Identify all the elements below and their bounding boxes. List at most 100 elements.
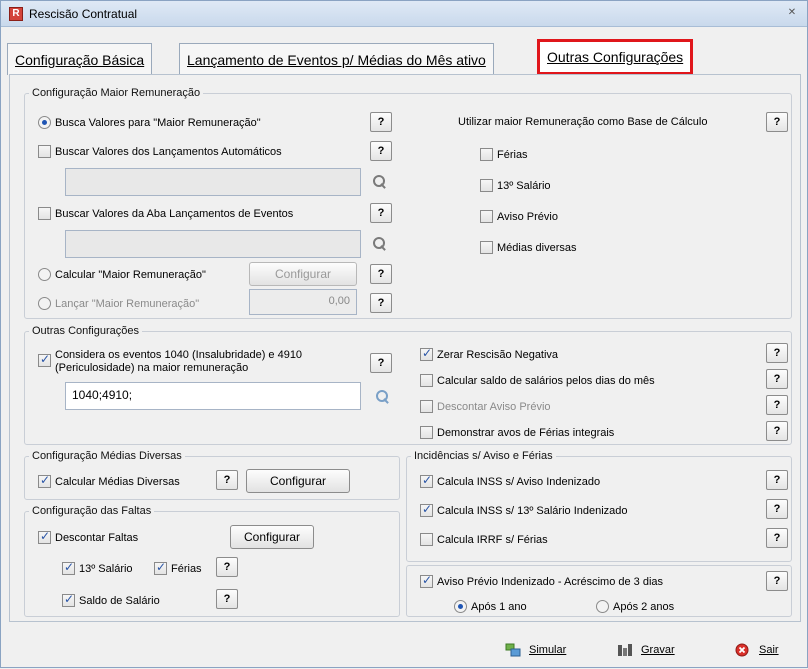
- buscar-aba-label: Buscar Valores da Aba Lançamentos de Eve…: [55, 207, 294, 220]
- help-button[interactable]: ?: [216, 589, 238, 609]
- buscar-lancamentos-option[interactable]: Buscar Valores dos Lançamentos Automátic…: [38, 145, 282, 158]
- descontar-faltas-checkbox[interactable]: [38, 529, 51, 544]
- descontar-aviso-checkbox[interactable]: [420, 400, 433, 413]
- help-button[interactable]: ?: [370, 353, 392, 373]
- help-button[interactable]: ?: [370, 293, 392, 313]
- calcular-medias-checkbox[interactable]: [38, 473, 51, 488]
- help-button[interactable]: ?: [766, 395, 788, 415]
- considera-eventos-option[interactable]: Considera os eventos 1040 (Insalubridade…: [38, 349, 302, 375]
- group-legend: Configuração das Faltas: [32, 505, 152, 517]
- sair-button[interactable]: Sair: [735, 643, 779, 657]
- faltas-13-option[interactable]: 13º Salário: [62, 560, 133, 575]
- faltas-saldo-checkbox[interactable]: [62, 592, 75, 607]
- configurar-medias-button[interactable]: Configurar: [246, 469, 350, 493]
- base-medias-option[interactable]: Médias diversas: [480, 241, 576, 254]
- base-13-checkbox[interactable]: [480, 179, 493, 192]
- zerar-rescisao-option[interactable]: Zerar Rescisão Negativa: [420, 346, 558, 361]
- tab-outras-configuracoes[interactable]: Outras Configurações: [537, 39, 694, 75]
- busca-valores-radio[interactable]: [38, 116, 51, 129]
- calcular-medias-option[interactable]: Calcular Médias Diversas: [38, 473, 180, 488]
- inss-13-checkbox[interactable]: [420, 502, 433, 517]
- irrf-ferias-checkbox[interactable]: [420, 533, 433, 546]
- gravar-button[interactable]: Gravar: [617, 643, 675, 657]
- aviso-indenizado-checkbox[interactable]: [420, 573, 433, 588]
- group-legend: Configuração Médias Diversas: [32, 450, 182, 462]
- base-aviso-option[interactable]: Aviso Prévio: [480, 210, 558, 223]
- aviso-indenizado-label: Aviso Prévio Indenizado - Acréscimo de 3…: [437, 575, 664, 588]
- aba-lancamentos-field[interactable]: [65, 230, 361, 258]
- apos-2-anos-radio[interactable]: [596, 600, 609, 613]
- simular-button[interactable]: Simular: [505, 643, 566, 657]
- tab-configuracao-basica[interactable]: Configuração Básica: [7, 43, 153, 75]
- search-icon[interactable]: [373, 237, 387, 251]
- apos-2-anos-option[interactable]: Após 2 anos: [596, 600, 674, 613]
- help-button[interactable]: ?: [766, 112, 788, 132]
- inss-aviso-checkbox[interactable]: [420, 473, 433, 488]
- simular-label: Simular: [529, 644, 567, 656]
- lancamentos-automaticos-field[interactable]: [65, 168, 361, 196]
- busca-valores-option[interactable]: Busca Valores para "Maior Remuneração": [38, 116, 261, 129]
- inss-aviso-label: Calcula INSS s/ Aviso Indenizado: [437, 475, 601, 488]
- base-13-option[interactable]: 13º Salário: [480, 179, 551, 192]
- utilizar-base-label: Utilizar maior Remuneração como Base de …: [458, 116, 708, 128]
- utilizar-base-label-row: Utilizar maior Remuneração como Base de …: [458, 116, 707, 128]
- help-button[interactable]: ?: [766, 369, 788, 389]
- search-icon[interactable]: [373, 175, 387, 189]
- help-button[interactable]: ?: [216, 557, 238, 577]
- faltas-saldo-option[interactable]: Saldo de Salário: [62, 592, 160, 607]
- help-button[interactable]: ?: [766, 470, 788, 490]
- help-button[interactable]: ?: [766, 343, 788, 363]
- base-13-label: 13º Salário: [497, 179, 551, 192]
- demonstrar-avos-option[interactable]: Demonstrar avos de Férias integrais: [420, 426, 614, 439]
- demonstrar-avos-checkbox[interactable]: [420, 426, 433, 439]
- tab-bar: Configuração Básica Lançamento de Evento…: [1, 39, 808, 75]
- inss-13-option[interactable]: Calcula INSS s/ 13º Salário Indenizado: [420, 502, 628, 517]
- help-button[interactable]: ?: [370, 141, 392, 161]
- inss-aviso-option[interactable]: Calcula INSS s/ Aviso Indenizado: [420, 473, 601, 488]
- help-button[interactable]: ?: [370, 264, 392, 284]
- configurar-maior-button[interactable]: Configurar: [249, 262, 357, 286]
- base-ferias-checkbox[interactable]: [480, 148, 493, 161]
- close-button[interactable]: ✕: [783, 5, 801, 21]
- lancar-maior-radio[interactable]: [38, 297, 51, 310]
- faltas-ferias-option[interactable]: Férias: [154, 560, 202, 575]
- eventos-field[interactable]: 1040;4910;: [65, 382, 361, 410]
- demonstrar-avos-label: Demonstrar avos de Férias integrais: [437, 426, 615, 439]
- calcular-saldo-option[interactable]: Calcular saldo de salários pelos dias do…: [420, 374, 655, 387]
- configurar-faltas-button[interactable]: Configurar: [230, 525, 314, 549]
- tab-lancamento-eventos[interactable]: Lançamento de Eventos p/ Médias do Mês a…: [179, 43, 494, 75]
- buscar-aba-option[interactable]: Buscar Valores da Aba Lançamentos de Eve…: [38, 207, 293, 220]
- buscar-aba-checkbox[interactable]: [38, 207, 51, 220]
- search-icon[interactable]: [376, 390, 390, 404]
- lancar-maior-option[interactable]: Lançar "Maior Remuneração": [38, 297, 199, 310]
- help-button[interactable]: ?: [216, 470, 238, 490]
- apos-1-ano-radio[interactable]: [454, 600, 467, 613]
- base-aviso-checkbox[interactable]: [480, 210, 493, 223]
- help-button[interactable]: ?: [766, 499, 788, 519]
- lancar-maior-value[interactable]: 0,00: [249, 289, 357, 315]
- irrf-ferias-option[interactable]: Calcula IRRF s/ Férias: [420, 533, 548, 546]
- buscar-lancamentos-label: Buscar Valores dos Lançamentos Automátic…: [55, 145, 282, 158]
- descontar-faltas-option[interactable]: Descontar Faltas: [38, 529, 138, 544]
- base-ferias-option[interactable]: Férias: [480, 148, 528, 161]
- faltas-ferias-checkbox[interactable]: [154, 560, 167, 575]
- calcular-saldo-checkbox[interactable]: [420, 374, 433, 387]
- aviso-indenizado-option[interactable]: Aviso Prévio Indenizado - Acréscimo de 3…: [420, 573, 664, 588]
- faltas-13-checkbox[interactable]: [62, 560, 75, 575]
- faltas-saldo-label: Saldo de Salário: [79, 594, 160, 607]
- apos-1-ano-option[interactable]: Após 1 ano: [454, 600, 527, 613]
- calcular-maior-radio[interactable]: [38, 268, 51, 281]
- help-button[interactable]: ?: [370, 203, 392, 223]
- zerar-rescisao-checkbox[interactable]: [420, 346, 433, 361]
- help-button[interactable]: ?: [766, 421, 788, 441]
- calcular-maior-option[interactable]: Calcular "Maior Remuneração": [38, 268, 206, 281]
- descontar-aviso-option[interactable]: Descontar Aviso Prévio: [420, 400, 551, 413]
- base-medias-checkbox[interactable]: [480, 241, 493, 254]
- buscar-lancamentos-checkbox[interactable]: [38, 145, 51, 158]
- help-button[interactable]: ?: [766, 571, 788, 591]
- considera-eventos-checkbox[interactable]: [38, 352, 51, 367]
- considera-line-2: (Periculosidade) na maior remuneração: [55, 362, 249, 374]
- help-button[interactable]: ?: [766, 528, 788, 548]
- group-legend: Configuração Maior Remuneração: [32, 87, 201, 99]
- help-button[interactable]: ?: [370, 112, 392, 132]
